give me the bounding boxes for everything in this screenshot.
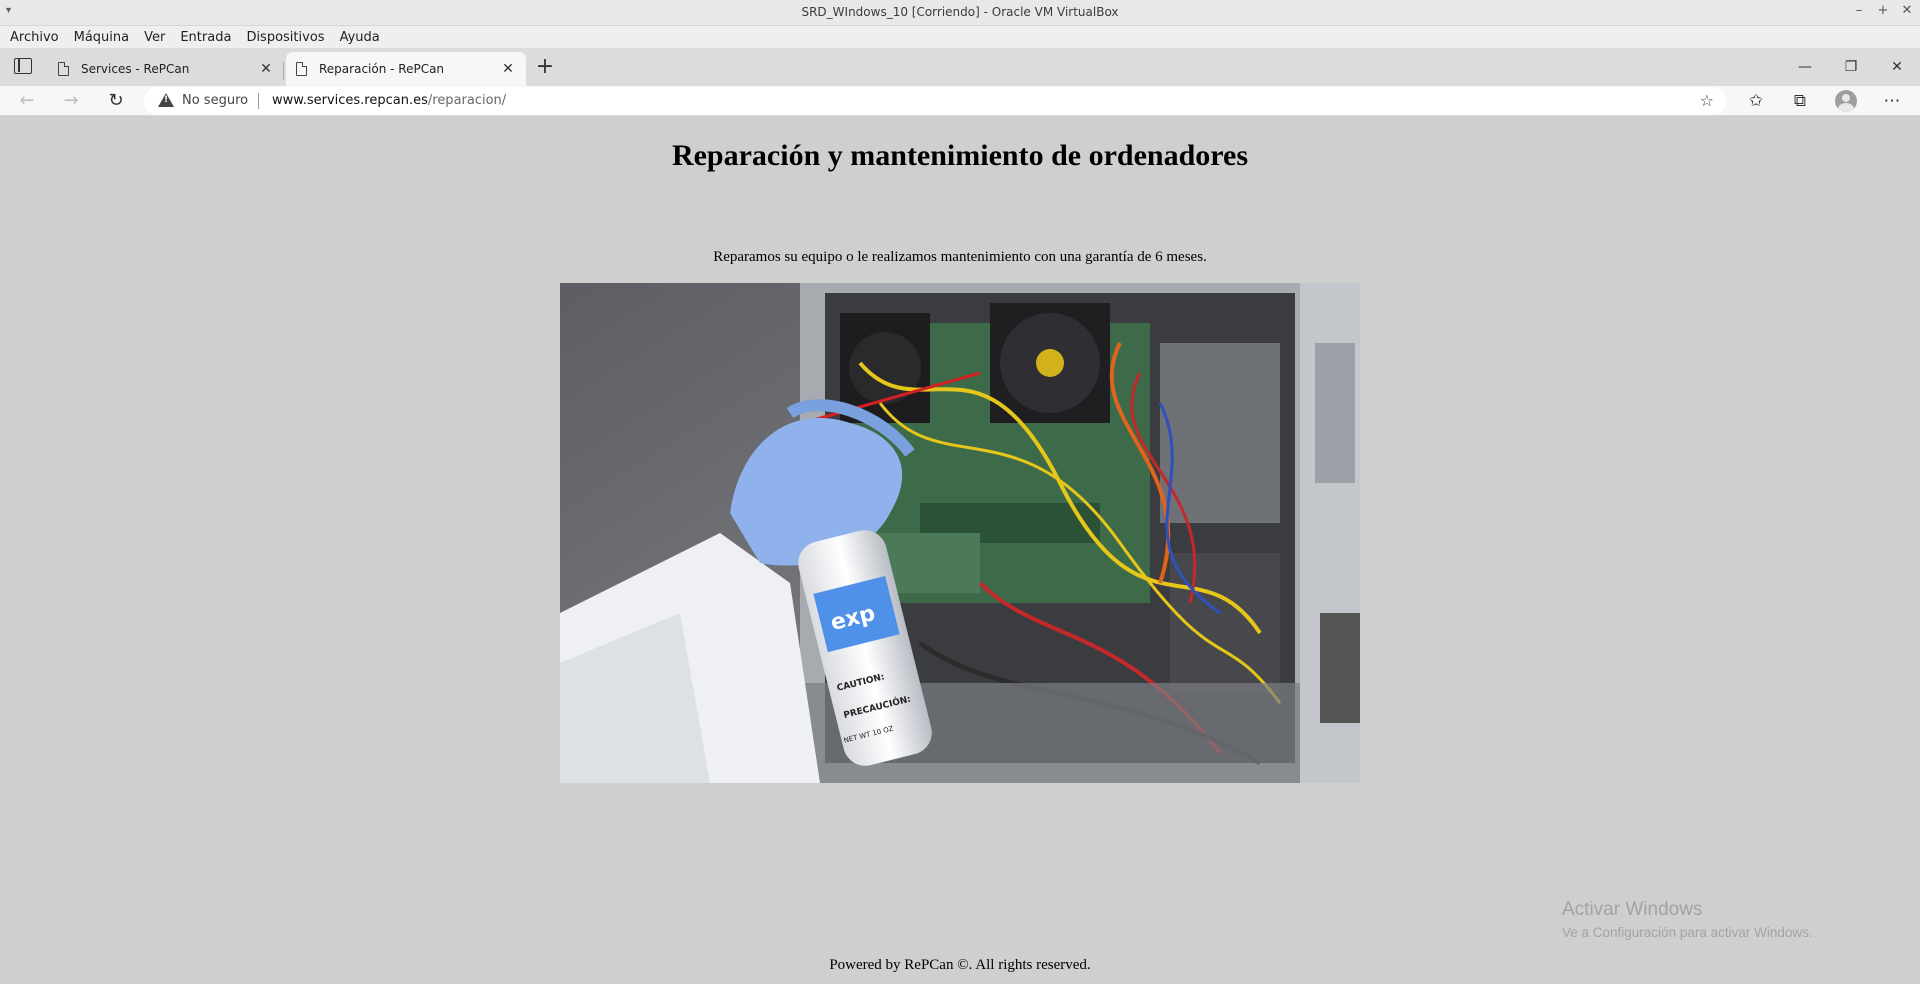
- tab-actions-icon[interactable]: [14, 58, 32, 74]
- menu-ver[interactable]: Ver: [144, 30, 165, 45]
- collections-icon[interactable]: ⧉: [1786, 89, 1814, 113]
- address-divider: [258, 93, 259, 109]
- menu-archivo[interactable]: Archivo: [10, 30, 59, 45]
- computer-cleaning-illustration: exp CAUTION: PRECAUCIÓN: NET WT 10 OZ: [560, 283, 1360, 783]
- browser-toolbar: ← → ↻ No seguro www.services.repcan.es/r…: [0, 86, 1920, 116]
- profile-avatar[interactable]: [1835, 90, 1857, 112]
- url-host: www.services.repcan.es: [272, 93, 428, 108]
- page-description: Reparamos su equipo o le realizamos mant…: [713, 249, 1207, 265]
- tab-label: Reparación - RePCan: [319, 62, 445, 76]
- add-favorite-icon[interactable]: ☆: [1700, 91, 1714, 110]
- security-status[interactable]: No seguro: [182, 93, 248, 108]
- tab-services[interactable]: Services - RePCan ✕: [48, 52, 284, 86]
- web-page: Reparación y mantenimiento de ordenadore…: [0, 117, 1920, 984]
- url-path: /reparacion/: [427, 93, 507, 108]
- menu-entrada[interactable]: Entrada: [180, 30, 231, 45]
- tab-reparacion[interactable]: Reparación - RePCan ✕: [286, 52, 526, 86]
- browser-restore-button[interactable]: ❐: [1828, 48, 1874, 86]
- browser-close-button[interactable]: ✕: [1874, 48, 1920, 86]
- page-icon: [58, 62, 69, 76]
- tab-divider: [283, 62, 284, 80]
- new-tab-button[interactable]: +: [533, 56, 557, 80]
- browser-minimize-button[interactable]: —: [1782, 48, 1828, 86]
- settings-more-icon[interactable]: ⋯: [1878, 89, 1906, 113]
- vm-window-title: SRD_WIndows_10 [Corriendo] - Oracle VM V…: [801, 5, 1119, 19]
- forward-button[interactable]: →: [58, 89, 84, 113]
- windows-activation-watermark: Activar Windows Ve a Configuración para …: [1562, 899, 1813, 940]
- refresh-button[interactable]: ↻: [103, 89, 129, 113]
- address-bar[interactable]: No seguro www.services.repcan.es/reparac…: [144, 87, 1726, 115]
- vm-maximize-button[interactable]: +: [1876, 3, 1890, 18]
- warning-icon: [158, 93, 174, 107]
- vm-titlebar: ▾ SRD_WIndows_10 [Corriendo] - Oracle VM…: [0, 0, 1920, 26]
- menu-dispositivos[interactable]: Dispositivos: [246, 30, 324, 45]
- watermark-subtitle: Ve a Configuración para activar Windows.: [1562, 925, 1813, 940]
- watermark-title: Activar Windows: [1562, 899, 1703, 920]
- page-footer: Powered by RePCan ©. All rights reserved…: [829, 957, 1091, 973]
- vm-close-button[interactable]: ✕: [1900, 3, 1914, 18]
- menu-ayuda[interactable]: Ayuda: [340, 30, 380, 45]
- url-text[interactable]: www.services.repcan.es/reparacion/: [272, 93, 506, 108]
- tab-label: Services - RePCan: [81, 62, 190, 76]
- browser-window-controls: — ❐ ✕: [1782, 48, 1920, 86]
- vm-window-controls: – + ✕: [1852, 3, 1914, 18]
- vm-minimize-button[interactable]: –: [1852, 3, 1866, 18]
- close-tab-icon[interactable]: ✕: [500, 61, 516, 77]
- close-tab-icon[interactable]: ✕: [258, 61, 274, 77]
- tab-strip: Services - RePCan ✕ Reparación - RePCan …: [0, 48, 1920, 86]
- page-icon: [296, 62, 307, 76]
- menu-maquina[interactable]: Máquina: [74, 30, 130, 45]
- repair-photo: exp CAUTION: PRECAUCIÓN: NET WT 10 OZ: [560, 283, 1360, 783]
- page-title: Reparación y mantenimiento de ordenadore…: [671, 139, 1249, 172]
- back-button[interactable]: ←: [14, 89, 40, 113]
- vm-menubar: Archivo Máquina Ver Entrada Dispositivos…: [0, 26, 1920, 48]
- favorites-icon[interactable]: ✩: [1742, 89, 1770, 113]
